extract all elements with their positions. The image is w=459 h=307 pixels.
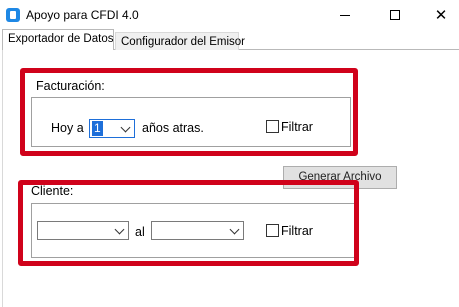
window-title: Apoyo para CFDI 4.0 xyxy=(26,8,139,22)
maximize-button[interactable] xyxy=(372,0,418,30)
tab-exportador-de-datos[interactable]: Exportador de Datos xyxy=(2,29,114,50)
close-button[interactable]: ✕ xyxy=(418,0,459,30)
minimize-icon xyxy=(340,14,350,16)
highlight-box-cliente xyxy=(18,180,359,266)
highlight-box-facturacion xyxy=(20,68,358,156)
close-icon: ✕ xyxy=(434,7,448,24)
app-icon xyxy=(6,8,20,22)
minimize-button[interactable] xyxy=(322,0,368,30)
tab-configurador-del-emisor[interactable]: Configurador del Emisor xyxy=(115,32,245,50)
maximize-icon xyxy=(390,10,400,20)
title-bar: Apoyo para CFDI 4.0 ✕ xyxy=(0,0,459,30)
